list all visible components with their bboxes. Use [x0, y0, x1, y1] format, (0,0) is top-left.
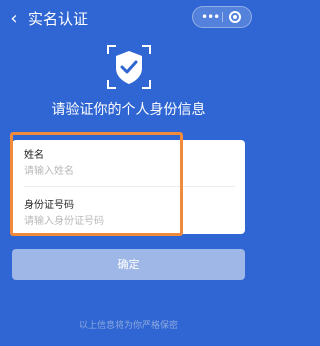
shield-check-icon	[104, 42, 154, 92]
annotation-highlight-box	[10, 132, 183, 236]
privacy-footer: 以上信息将为你严格保密	[78, 321, 178, 331]
confirm-button[interactable]: 确定	[12, 249, 245, 280]
top-bar: ‹ 实名认证 •••	[0, 0, 257, 40]
page-title: 实名认证	[28, 10, 89, 28]
close-target-icon[interactable]	[229, 11, 241, 23]
more-dots-icon[interactable]: •••	[201, 7, 220, 27]
back-icon[interactable]: ‹	[6, 9, 22, 29]
mini-program-capsule: •••	[192, 6, 252, 28]
verify-heading: 请验证你的个人身份信息	[51, 102, 206, 118]
capsule-divider	[222, 12, 223, 22]
